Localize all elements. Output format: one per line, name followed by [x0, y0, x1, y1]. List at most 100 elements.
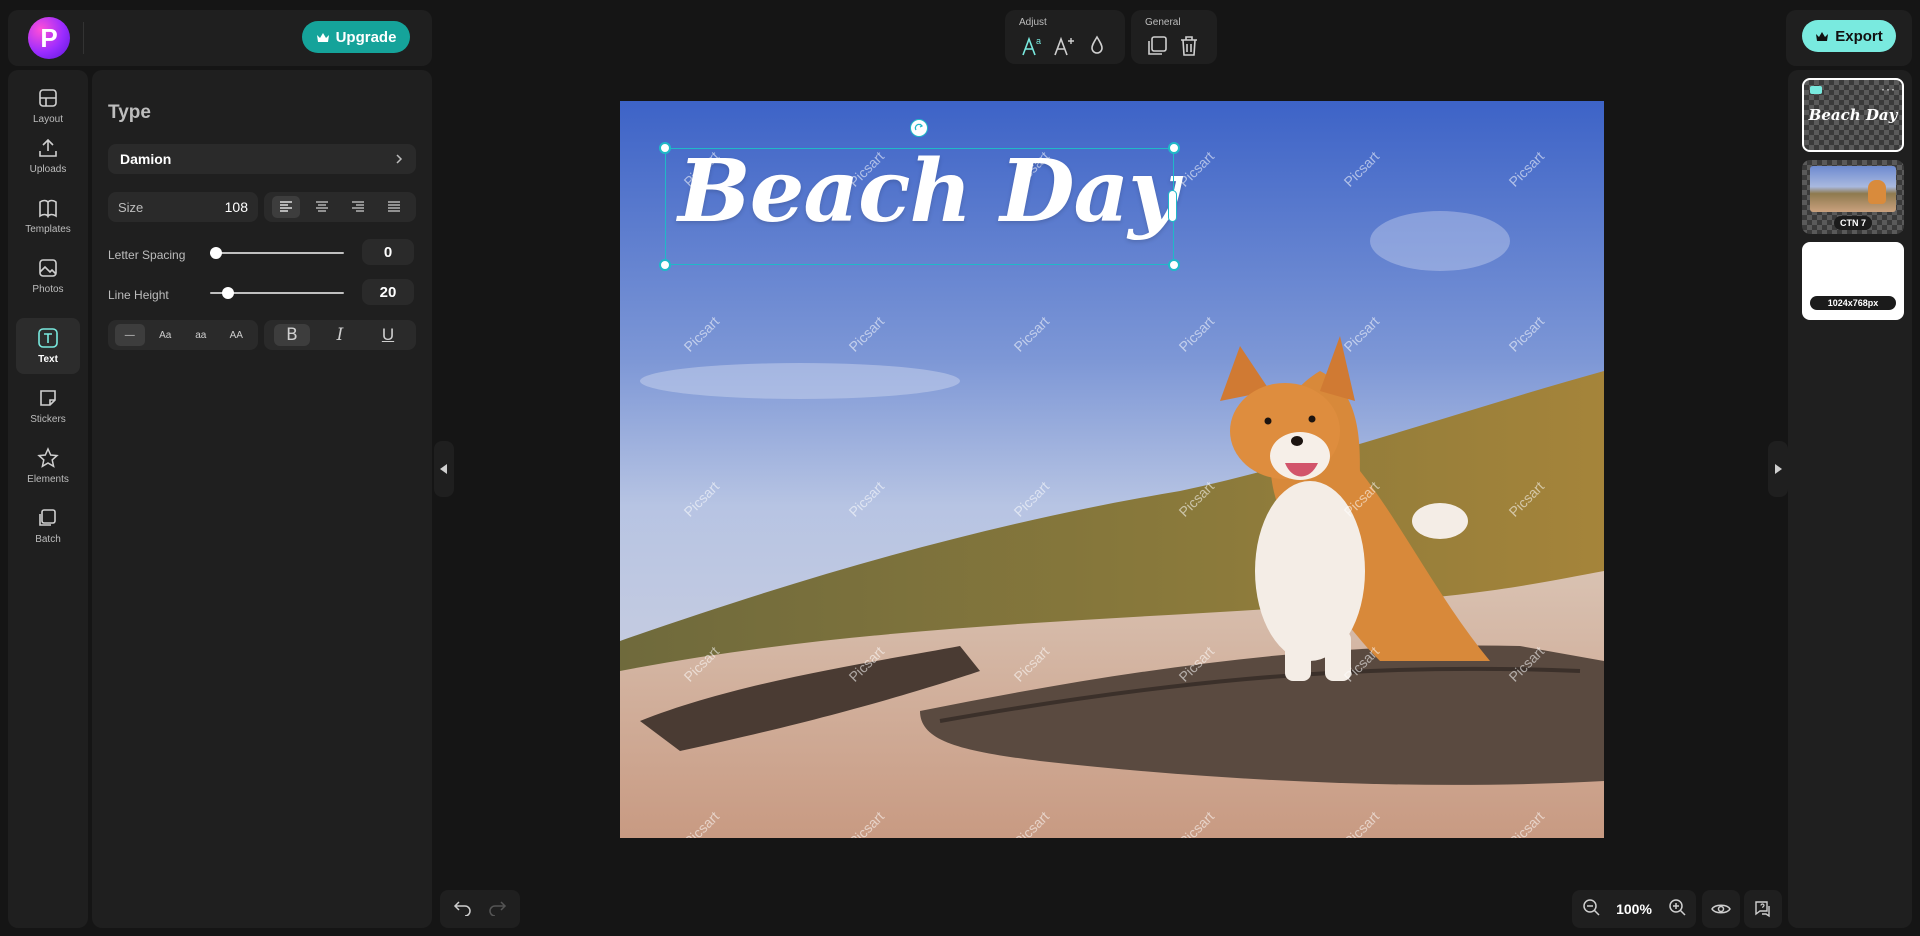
size-field[interactable]: Size 108 [108, 192, 258, 222]
style-group: B I U [264, 320, 416, 350]
trash-icon [1181, 36, 1197, 56]
font-selector[interactable]: Damion [108, 144, 416, 174]
general-label: General [1145, 17, 1181, 28]
italic-button[interactable]: I [322, 324, 358, 346]
triangle-right-icon [1775, 464, 1782, 474]
design-canvas[interactable]: Picsart Picsart Picsart Picsart Picsart Picsa… [620, 101, 1604, 838]
rotate-icon [914, 123, 924, 131]
align-right-button[interactable] [344, 196, 372, 218]
nav-label: Stickers [30, 414, 66, 425]
chevron-right-icon [396, 154, 403, 164]
svg-text:a: a [1036, 36, 1041, 46]
nav-elements[interactable]: Elements [16, 438, 80, 494]
help-button[interactable] [1744, 890, 1782, 928]
layer-image[interactable]: CTN 7 [1802, 160, 1904, 234]
collapse-right-panel[interactable] [1768, 441, 1788, 497]
droplet-icon [1091, 35, 1103, 54]
redo-button[interactable] [487, 898, 507, 921]
layer-background[interactable]: 1024x768px [1802, 242, 1904, 320]
line-height-label: Line Height [108, 288, 169, 302]
slider-knob[interactable] [222, 287, 235, 299]
nav-text[interactable]: Text [16, 318, 80, 374]
case-upper-button[interactable]: AA [221, 324, 251, 346]
align-justify-button[interactable] [380, 196, 408, 218]
upload-icon [39, 138, 57, 157]
delete-button[interactable] [1177, 34, 1201, 58]
letter-spacing-value[interactable]: 0 [362, 239, 414, 265]
nav-label: Templates [25, 224, 71, 235]
underline-button[interactable]: U [370, 324, 406, 346]
panel-title: Type [108, 102, 151, 123]
upgrade-button[interactable]: Upgrade [302, 21, 410, 53]
more-icon[interactable]: ··· [1881, 82, 1896, 96]
case-lower-button[interactable]: aa [186, 324, 216, 346]
divider [83, 22, 84, 54]
rotate-handle[interactable] [910, 119, 928, 137]
layer-image-thumbnail [1810, 166, 1896, 212]
text-effects-icon [1054, 36, 1074, 56]
case-group: — Aa aa AA [108, 320, 258, 350]
zoom-out-icon [1583, 898, 1600, 916]
font-name: Damion [120, 151, 172, 167]
adjust-group: Adjust a [1005, 10, 1125, 64]
align-center-icon [316, 201, 328, 212]
case-title-button[interactable]: Aa [150, 324, 180, 346]
nav-batch[interactable]: Batch [16, 498, 80, 554]
redo-icon [489, 900, 507, 917]
undo-button[interactable] [453, 898, 473, 921]
layer-text[interactable]: ··· Beach Day [1802, 78, 1904, 152]
slider-knob[interactable] [210, 247, 222, 259]
resize-handle-bottom-left[interactable] [659, 259, 671, 271]
duplicate-button[interactable] [1145, 34, 1169, 58]
nav-uploads[interactable]: Uploads [16, 128, 80, 184]
batch-icon [39, 509, 56, 526]
undo-icon [453, 900, 471, 917]
resize-handle-right[interactable] [1168, 190, 1177, 222]
layers-panel: ··· Beach Day CTN 7 1024x768px [1788, 70, 1912, 928]
nav-photos[interactable]: Photos [16, 248, 80, 304]
align-group [264, 192, 416, 222]
layer-label: CTN 7 [1833, 216, 1873, 230]
zoom-bar: 100% [1572, 890, 1696, 928]
text-layer-icon [1810, 86, 1822, 94]
photo-icon [39, 259, 57, 277]
picsart-logo[interactable]: P [28, 17, 70, 59]
resize-handle-top-left[interactable] [659, 142, 671, 154]
resize-handle-top-right[interactable] [1168, 142, 1180, 154]
collapse-left-panel[interactable] [434, 441, 454, 497]
zoom-out-button[interactable] [1582, 898, 1600, 921]
nav-label: Layout [32, 114, 64, 125]
nav-label: Batch [35, 534, 61, 545]
preview-button[interactable] [1702, 890, 1740, 928]
opacity-button[interactable] [1085, 34, 1109, 58]
align-right-icon [352, 201, 364, 212]
eye-icon [1711, 904, 1731, 914]
selection-box[interactable] [665, 148, 1174, 265]
nav-templates[interactable]: Templates [16, 188, 80, 244]
nav-stickers[interactable]: Stickers [16, 378, 80, 434]
help-chat-icon [1755, 901, 1770, 918]
zoom-in-button[interactable] [1668, 898, 1686, 921]
crown-icon [1816, 31, 1829, 41]
align-left-button[interactable] [272, 196, 300, 218]
adjust-label: Adjust [1019, 17, 1047, 28]
line-height-value[interactable]: 20 [362, 279, 414, 305]
export-button[interactable]: Export [1802, 20, 1896, 52]
nav-label: Text [38, 354, 58, 365]
case-none-button[interactable]: — [114, 324, 145, 346]
align-center-button[interactable] [308, 196, 336, 218]
bold-button[interactable]: B [274, 324, 310, 346]
text-effects-button[interactable] [1053, 34, 1077, 58]
resize-handle-bottom-right[interactable] [1168, 259, 1180, 271]
size-value[interactable]: 108 [225, 199, 248, 215]
align-left-icon [280, 201, 292, 212]
type-panel: Type Damion Size 108 Letter Spacing 0 Li… [92, 70, 432, 928]
text-style-icon: a [1022, 36, 1041, 56]
general-group: General [1131, 10, 1217, 64]
font-style-button[interactable]: a [1021, 34, 1045, 58]
line-height-slider[interactable] [210, 287, 344, 299]
letter-spacing-slider[interactable] [210, 247, 344, 259]
nav-layout[interactable]: Layout [16, 78, 80, 134]
layer-preview-text: Beach Day [1808, 106, 1898, 124]
zoom-value[interactable]: 100% [1616, 901, 1652, 917]
